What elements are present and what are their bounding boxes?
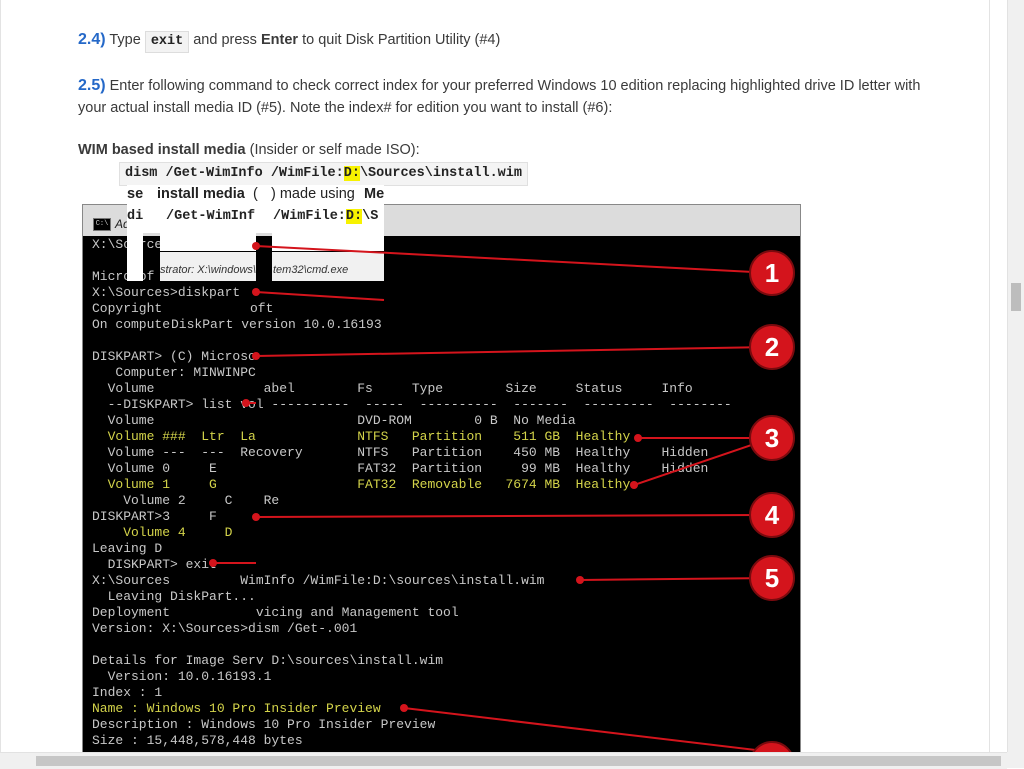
annotation-marker-label: 5 <box>765 563 779 593</box>
annotation-leader-line <box>255 245 773 274</box>
annotation-dot <box>242 399 250 407</box>
annotation-leader-line <box>579 577 773 581</box>
article-page: 2.4) Type exit and press Enter to quit D… <box>0 0 990 752</box>
annotation-dot <box>634 434 642 442</box>
vertical-scroll-thumb[interactable] <box>1011 283 1021 311</box>
annotation-dot <box>209 559 217 567</box>
annotation-leader-line <box>255 291 385 301</box>
annotation-dot <box>252 352 260 360</box>
annotation-dot <box>630 481 638 489</box>
annotation-dot <box>252 288 260 296</box>
horizontal-scrollbar[interactable] <box>0 752 1007 769</box>
annotation-dot <box>252 242 260 250</box>
vertical-scrollbar[interactable] <box>1007 0 1024 752</box>
horizontal-scroll-thumb[interactable] <box>36 756 1001 766</box>
annotation-leader-line <box>255 514 773 518</box>
annotation-dot <box>252 513 260 521</box>
annotation-marker-label: 1 <box>765 258 779 288</box>
annotation-marker-label: 2 <box>765 332 779 362</box>
annotation-leader-line <box>403 707 773 752</box>
annotation-marker-label: 3 <box>765 423 779 453</box>
annotation-dot <box>400 704 408 712</box>
annotation-marker-label: 4 <box>765 500 780 530</box>
annotation-layer: 123456 <box>209 242 795 752</box>
annotation-dot <box>576 576 584 584</box>
annotation-leader-line <box>255 346 773 357</box>
scrollbar-corner <box>1007 752 1024 768</box>
